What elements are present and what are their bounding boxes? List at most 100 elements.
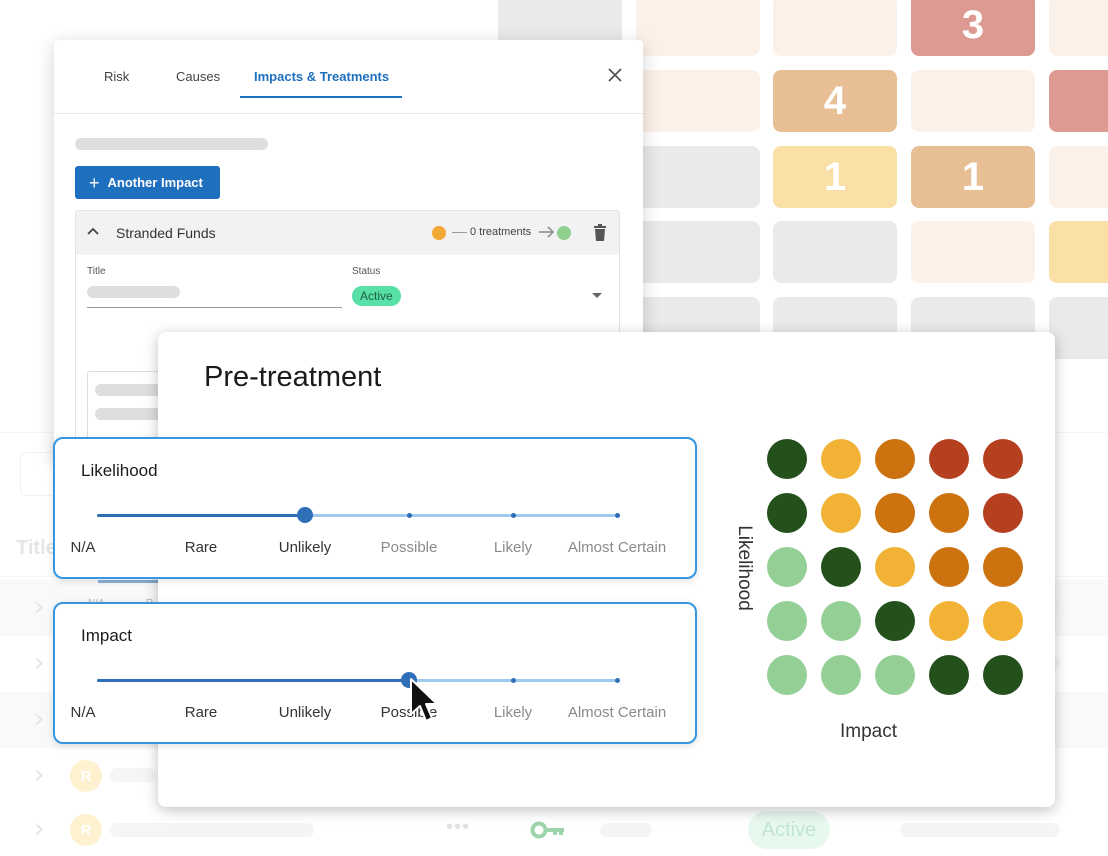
likelihood-slider-title: Likelihood [81,461,158,480]
heatmap-cell [1049,0,1108,56]
likelihood-option-label[interactable]: Likely [494,539,532,556]
expand-chevron-icon[interactable]: › [34,704,44,734]
likelihood-slider-tick [406,513,412,518]
impact-slider-card: Impact N/A Rare Unlikely Possible Likely Almo… [53,602,697,744]
tab-impacts-treatments[interactable]: Impacts & Treatments [254,69,389,84]
impact-option-label[interactable]: Almost Certain [568,704,666,721]
likelihood-slider-card: Likelihood N/A Rare Unlikely Possible Likely… [53,437,697,579]
impact-name: Stranded Funds [116,225,216,241]
risk-matrix-cell [875,439,915,479]
tab-causes[interactable]: Causes [176,69,220,84]
likelihood-slider-tick [614,513,620,518]
impact-header[interactable]: Stranded Funds 0 treatments [76,211,619,255]
risk-matrix-cell [767,655,807,695]
risk-matrix-cell [983,547,1023,587]
skeleton-text [110,823,314,837]
likelihood-option-label[interactable]: Rare [185,539,218,556]
close-icon[interactable] [604,64,626,86]
heatmap-cell [636,70,760,132]
heatmap-cell [1049,221,1108,283]
table-row[interactable]: › R ••• Active [0,802,1108,856]
title-field-underline [87,307,342,308]
add-impact-label: Another Impact [107,175,203,190]
risk-matrix-cell [875,601,915,641]
risk-matrix-cell [821,547,861,587]
expand-chevron-icon[interactable]: › [34,814,44,844]
status-badge: Active [748,811,830,849]
likelihood-slider-thumb[interactable] [297,507,313,523]
risk-matrix-cell [875,493,915,533]
pretreatment-title: Pre-treatment [204,361,382,393]
skeleton-text [110,768,156,782]
trash-icon[interactable] [593,224,607,242]
treatments-count: 0 treatments [470,226,532,238]
likelihood-before-dot [432,226,446,240]
avatar: R [70,760,102,792]
likelihood-option-label[interactable]: N/A [70,539,95,556]
skeleton-text [600,823,652,837]
expand-chevron-icon[interactable]: › [34,648,44,678]
risk-matrix-cell [821,493,861,533]
heatmap-cell-count[interactable]: 1 [773,146,897,208]
impact-axis-label: Impact [840,721,898,742]
status-field-label: Status [352,266,381,277]
risk-matrix-cell [821,655,861,695]
skeleton-text [75,138,268,150]
dialog-tabs: Risk Causes Impacts & Treatments [54,40,643,114]
risk-matrix-cell [821,601,861,641]
active-tab-indicator [240,96,402,98]
title-field-value[interactable] [87,286,180,298]
risk-matrix [767,439,1037,709]
risk-matrix-cell [821,439,861,479]
impact-option-label[interactable]: Likely [494,704,532,721]
impact-slider-title: Impact [81,626,133,645]
likelihood-option-label[interactable]: Possible [381,539,438,556]
risk-matrix-cell [929,601,969,641]
impact-slider-tick [510,678,516,683]
impact-option-label[interactable]: Unlikely [279,704,332,721]
arrow-right-icon [539,226,555,238]
risk-matrix-cell [983,655,1023,695]
connector-line [452,232,467,233]
heatmap-cell-count[interactable]: 1 [911,146,1035,208]
likelihood-option-label[interactable]: Almost Certain [568,539,666,556]
heatmap-cell [911,221,1035,283]
avatar: R [70,814,102,846]
treated-dot [557,226,571,240]
plus-icon: + [89,172,100,193]
heatmap-cell [1049,146,1108,208]
chevron-down-icon[interactable] [592,293,602,298]
chevron-up-icon[interactable] [86,224,100,238]
risk-matrix-cell [983,601,1023,641]
likelihood-slider-fill [97,514,305,517]
heatmap-cell-count[interactable]: 4 [773,70,897,132]
impact-option-label[interactable]: N/A [70,704,95,721]
key-icon [530,821,564,839]
likelihood-axis-label: Likelihood [734,525,755,611]
more-options-icon[interactable]: ••• [446,816,470,839]
heatmap-cell [911,70,1035,132]
tab-risk[interactable]: Risk [104,69,129,84]
heatmap-cell [773,221,897,283]
expand-chevron-icon[interactable]: › [34,592,44,622]
heatmap-cell [1049,70,1108,132]
risk-matrix-cell [767,439,807,479]
impact-option-label[interactable]: Rare [185,704,218,721]
likelihood-option-label[interactable]: Unlikely [279,539,332,556]
matrix-likelihood-axis: Likelihood [714,518,774,618]
impact-slider-fill [97,679,409,682]
heatmap-cell [773,0,897,56]
heatmap-cell-count[interactable]: 3 [911,0,1035,56]
mouse-cursor-icon [410,678,438,722]
likelihood-slider-tick [510,513,516,518]
risk-matrix-cell [929,493,969,533]
skeleton-text [900,823,1060,837]
heatmap-cell [636,0,760,56]
expand-chevron-icon[interactable]: › [34,760,44,790]
risk-matrix-cell [929,547,969,587]
status-badge[interactable]: Active [352,286,401,306]
heatmap-cell [636,146,760,208]
heatmap-cell [1049,297,1108,359]
add-impact-button[interactable]: + Another Impact [75,166,220,199]
table-header-title: Title [16,537,57,559]
